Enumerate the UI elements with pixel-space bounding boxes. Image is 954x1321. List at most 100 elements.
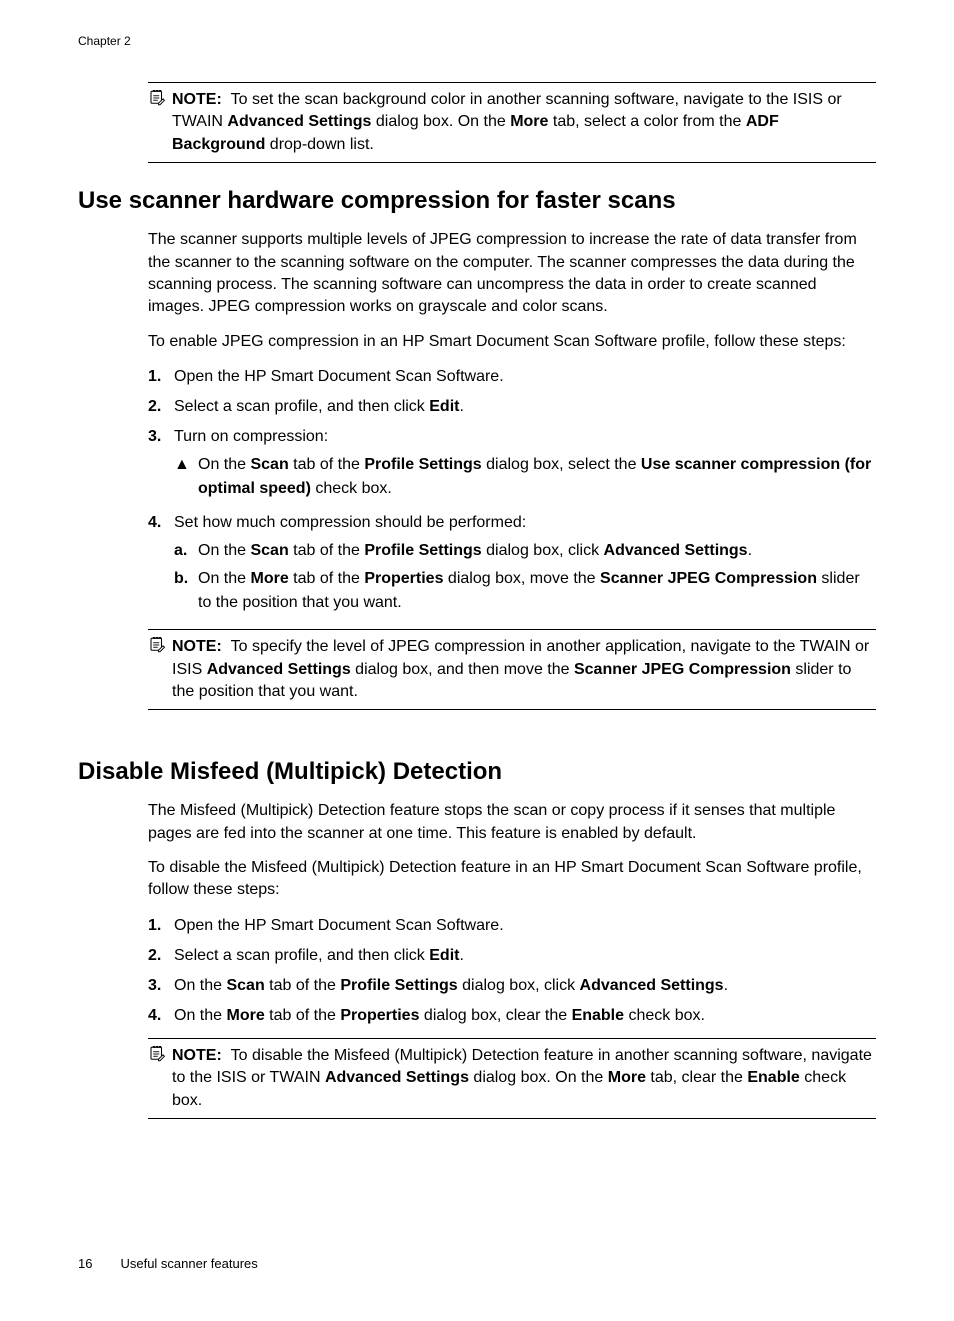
text: . [459,947,463,964]
list-text: Select a scan profile, and then click Ed… [174,944,876,968]
list-text: Select a scan profile, and then click Ed… [174,395,876,419]
list-number: 4. [148,1004,174,1028]
ordered-list: 1. Open the HP Smart Document Scan Softw… [148,365,876,619]
note-box: NOTE: To disable the Misfeed (Multipick)… [148,1038,876,1119]
text-bold: Properties [340,1007,419,1024]
list-number: 2. [148,395,174,419]
text-bold: Enable [572,1007,624,1024]
paragraph: The Misfeed (Multipick) Detection featur… [148,800,876,845]
list-item: 2. Select a scan profile, and then click… [148,944,876,968]
text: . [459,398,463,415]
text-bold: More [608,1069,646,1086]
text-bold: Advanced Settings [227,113,371,130]
text-bold: Scan [250,542,288,559]
text-bold: Advanced Settings [207,661,351,678]
text: tab, select a color from the [548,113,745,130]
list-number: 1. [148,365,174,389]
text-bold: Profile Settings [364,542,481,559]
text: dialog box, move the [443,570,600,587]
text: dialog box, clear the [419,1007,571,1024]
note-text: NOTE: To set the scan background color i… [172,89,876,156]
note-text: NOTE: To disable the Misfeed (Multipick)… [172,1045,876,1112]
list-item: 4. Set how much compression should be pe… [148,511,876,619]
text: Select a scan profile, and then click [174,947,429,964]
text-bold: Advanced Settings [325,1069,469,1086]
text: On the [198,570,250,587]
sub-list: ▲ On the Scan tab of the Profile Setting… [174,453,876,501]
note-label: NOTE: [172,1047,222,1064]
note-icon [148,89,166,107]
text-bold: Enable [747,1069,799,1086]
text: drop-down list. [265,136,374,153]
list-item: 3. On the Scan tab of the Profile Settin… [148,974,876,998]
text-bold: Scanner JPEG Compression [600,570,817,587]
list-text: On the Scan tab of the Profile Settings … [174,974,876,998]
list-text: Turn on compression: ▲ On the Scan tab o… [174,425,876,505]
list-item: 4. On the More tab of the Properties dia… [148,1004,876,1028]
text-bold: Edit [429,398,459,415]
text: tab of the [289,570,365,587]
section-heading: Disable Misfeed (Multipick) Detection [78,758,876,786]
text: dialog box, click [458,977,580,994]
text: dialog box, select the [482,456,641,473]
chapter-header: Chapter 2 [78,34,876,48]
text: On the [174,977,226,994]
list-text: Set how much compression should be perfo… [174,511,876,619]
text-bold: Scanner JPEG Compression [574,661,791,678]
list-number: 2. [148,944,174,968]
text: On the [174,1007,226,1024]
text-bold: Properties [364,570,443,587]
list-text: On the More tab of the Properties dialog… [174,1004,876,1028]
text-bold: Scan [250,456,288,473]
list-number: 1. [148,914,174,938]
sub-list-item: b. On the More tab of the Properties dia… [174,567,876,615]
text-bold: Advanced Settings [604,542,748,559]
list-item: 1. Open the HP Smart Document Scan Softw… [148,365,876,389]
text: . [724,977,728,994]
note-icon [148,1045,166,1063]
text: tab of the [265,977,341,994]
list-number: 3. [148,974,174,998]
text: tab of the [265,1007,341,1024]
sub-list-item: ▲ On the Scan tab of the Profile Setting… [174,453,876,501]
section-heading: Use scanner hardware compression for fas… [78,187,876,215]
ordered-list: 1. Open the HP Smart Document Scan Softw… [148,914,876,1028]
sub-list: a. On the Scan tab of the Profile Settin… [174,539,876,615]
list-text: Open the HP Smart Document Scan Software… [174,914,876,938]
text: dialog box, click [482,542,604,559]
note-box: NOTE: To set the scan background color i… [148,82,876,163]
text: . [748,542,752,559]
text-bold: Advanced Settings [580,977,724,994]
note-box: NOTE: To specify the level of JPEG compr… [148,629,876,710]
text: On the [198,456,250,473]
list-number: 3. [148,425,174,505]
text: tab of the [289,456,365,473]
text: dialog box. On the [371,113,510,130]
sub-list-text: On the Scan tab of the Profile Settings … [198,453,876,501]
list-item: 3. Turn on compression: ▲ On the Scan ta… [148,425,876,505]
footer-title: Useful scanner features [120,1256,257,1271]
note-text: NOTE: To specify the level of JPEG compr… [172,636,876,703]
page-footer: 16Useful scanner features [78,1256,258,1271]
paragraph: To disable the Misfeed (Multipick) Detec… [148,857,876,902]
sub-list-text: On the More tab of the Properties dialog… [198,567,876,615]
list-letter: a. [174,539,198,563]
text: dialog box, and then move the [351,661,574,678]
list-item: 1. Open the HP Smart Document Scan Softw… [148,914,876,938]
paragraph: The scanner supports multiple levels of … [148,229,876,319]
text: Turn on compression: [174,428,328,445]
sub-list-text: On the Scan tab of the Profile Settings … [198,539,876,563]
text-bold: Profile Settings [364,456,481,473]
triangle-bullet: ▲ [174,453,198,501]
text: On the [198,542,250,559]
text-bold: Profile Settings [340,977,457,994]
text: Set how much compression should be perfo… [174,514,526,531]
text-bold: Edit [429,947,459,964]
note-icon [148,636,166,654]
text-bold: More [226,1007,264,1024]
list-letter: b. [174,567,198,615]
text-bold: More [510,113,548,130]
list-text: Open the HP Smart Document Scan Software… [174,365,876,389]
text-bold: More [250,570,288,587]
list-item: 2. Select a scan profile, and then click… [148,395,876,419]
